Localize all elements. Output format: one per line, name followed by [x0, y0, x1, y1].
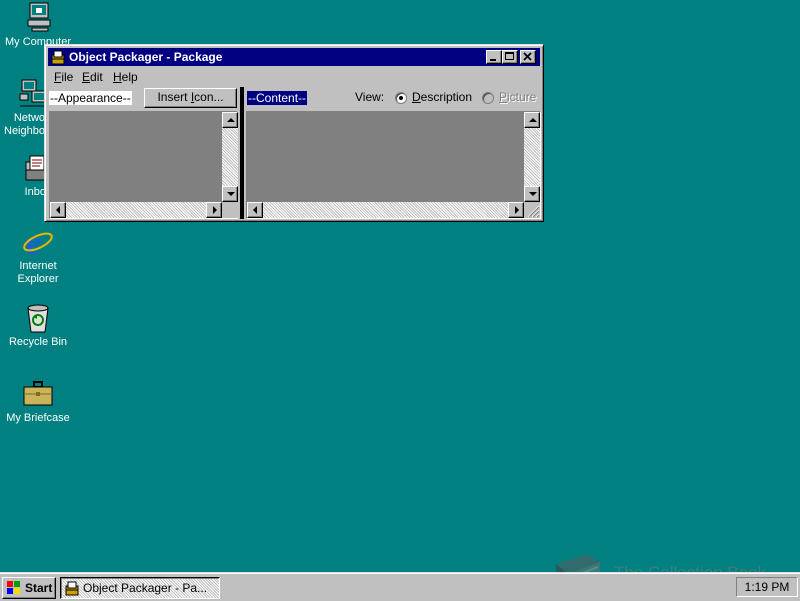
system-tray-clock[interactable]: 1:19 PM [736, 577, 798, 597]
scroll-corner [222, 202, 238, 218]
button-label: con... [194, 90, 224, 104]
desktop-icon-recycle-bin[interactable]: Recycle Bin [0, 302, 76, 349]
menu-label: ile [61, 70, 74, 84]
content-label: --Content-- [247, 91, 308, 105]
desktop-icon-my-briefcase[interactable]: My Briefcase [0, 378, 76, 425]
desktop-icon-label: My Briefcase [6, 412, 70, 424]
arrow-down-icon [227, 192, 235, 196]
menu-file[interactable]: File [54, 70, 73, 84]
scroll-down-button[interactable] [222, 186, 238, 202]
content-hscroll[interactable] [247, 202, 524, 218]
start-label: Start [25, 581, 53, 595]
maximize-icon [505, 52, 514, 60]
minimize-button[interactable] [486, 50, 502, 64]
arrow-down-icon [529, 192, 537, 196]
pane-splitter[interactable] [240, 87, 244, 219]
scroll-down-button[interactable] [524, 186, 540, 202]
insert-icon-button[interactable]: Insert Icon... [144, 88, 237, 108]
scroll-left-button[interactable] [247, 202, 263, 218]
computer-icon [22, 2, 54, 34]
menu-bar: File Edit Help [48, 68, 540, 86]
desktop-icon-my-computer[interactable]: My Computer [0, 2, 76, 49]
arrow-right-icon [213, 206, 217, 214]
arrow-up-icon [529, 118, 537, 122]
content-pane[interactable] [246, 111, 541, 219]
window-title: Object Packager - Package [69, 50, 223, 64]
maximize-button[interactable] [502, 50, 518, 64]
option-label: escription [420, 90, 473, 104]
size-grip[interactable] [524, 202, 540, 218]
size-grip-icon [527, 205, 540, 218]
packager-app-icon[interactable] [50, 49, 66, 65]
button-label: Insert [157, 90, 191, 104]
appearance-hscroll[interactable] [50, 202, 222, 218]
scroll-right-button[interactable] [508, 202, 524, 218]
packager-app-icon [64, 580, 80, 596]
option-accel: D [412, 90, 421, 104]
option-label: icture [507, 90, 537, 104]
content-vscroll[interactable] [524, 112, 540, 202]
scroll-left-button[interactable] [50, 202, 66, 218]
object-packager-window: Object Packager - Package File Edit Help… [44, 44, 544, 222]
menu-accel: H [113, 70, 122, 84]
close-button[interactable] [520, 50, 536, 64]
minimize-icon [490, 59, 496, 61]
menu-label: dit [90, 70, 103, 84]
desktop-icon-label: Internet Explorer [17, 260, 59, 285]
scroll-up-button[interactable] [524, 112, 540, 128]
scroll-up-button[interactable] [222, 112, 238, 128]
menu-edit[interactable]: Edit [82, 70, 103, 84]
title-bar[interactable]: Object Packager - Package [48, 48, 540, 66]
view-picture-label[interactable]: Picture [498, 90, 537, 104]
menu-help[interactable]: Help [113, 70, 138, 84]
windows-logo-icon [7, 581, 21, 595]
menu-accel: E [82, 70, 91, 84]
appearance-pane[interactable] [49, 111, 238, 219]
appearance-label: --Appearance-- [49, 91, 132, 105]
view-description-radio[interactable] [395, 92, 407, 104]
menu-label: elp [121, 70, 138, 84]
briefcase-icon [22, 378, 54, 410]
option-accel: P [499, 90, 508, 104]
taskbar-item-label: Object Packager - Pa... [83, 581, 208, 595]
arrow-right-icon [515, 206, 519, 214]
view-description-label[interactable]: Description [411, 90, 473, 104]
recycle-bin-icon [22, 302, 54, 334]
taskbar: Start Object Packager - Pa... 1:19 PM [0, 572, 800, 601]
arrow-up-icon [227, 118, 235, 122]
scroll-right-button[interactable] [206, 202, 222, 218]
start-button[interactable]: Start [2, 577, 56, 599]
desktop-icon-internet-explorer[interactable]: e Internet Explorer [0, 225, 76, 286]
arrow-left-icon [56, 206, 60, 214]
internet-explorer-icon: e [22, 225, 54, 262]
view-picture-radio[interactable] [482, 92, 494, 104]
taskbar-item-object-packager[interactable]: Object Packager - Pa... [60, 577, 220, 599]
arrow-left-icon [253, 206, 257, 214]
desktop-icon-label: Recycle Bin [8, 336, 68, 348]
close-icon [523, 52, 532, 61]
view-label: View: [355, 90, 385, 104]
appearance-vscroll[interactable] [222, 112, 238, 202]
